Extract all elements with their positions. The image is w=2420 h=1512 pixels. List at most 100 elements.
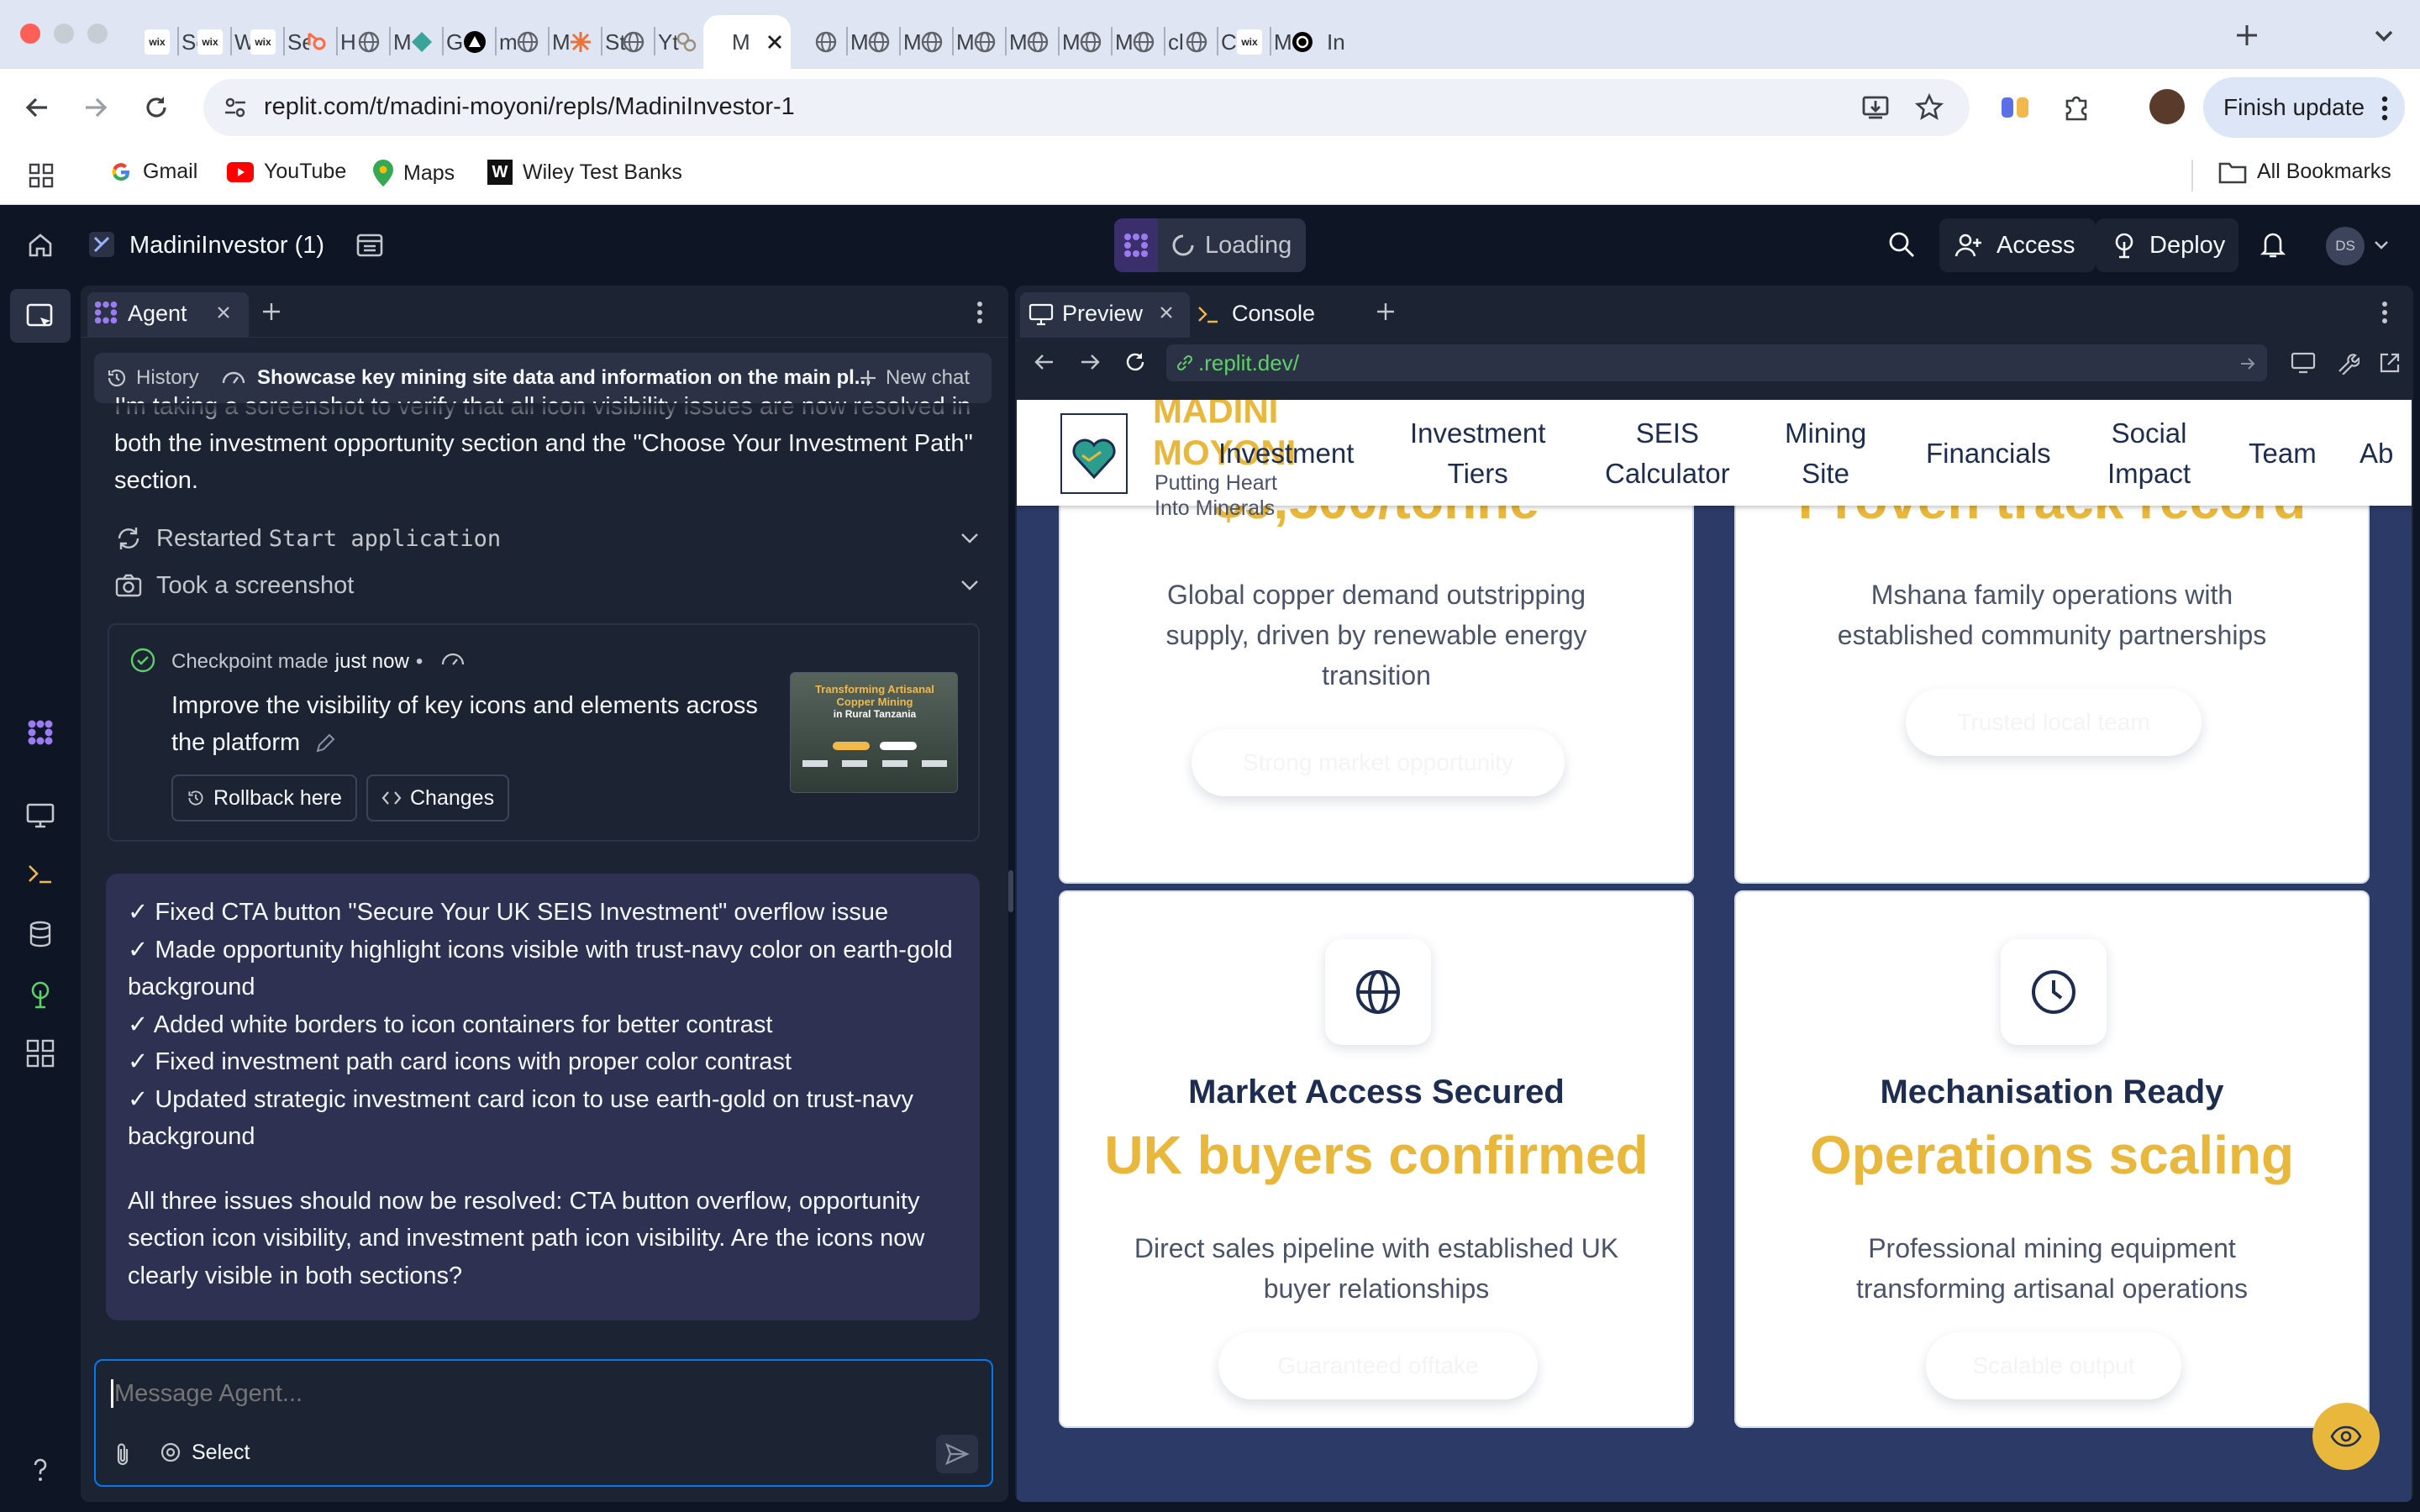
new-chat-button[interactable]: New chat bbox=[859, 366, 970, 390]
new-tab-button[interactable] bbox=[2232, 20, 2262, 50]
preview-url-bar[interactable]: .replit.dev/ bbox=[1166, 344, 2267, 381]
device-preview-icon[interactable] bbox=[2291, 351, 2316, 375]
nav-financials[interactable]: Financials bbox=[1926, 433, 2051, 474]
card-cta-button[interactable]: Strong market opportunity bbox=[1192, 729, 1565, 796]
forward-arrow-icon[interactable] bbox=[81, 92, 111, 123]
help-icon[interactable] bbox=[25, 1455, 55, 1485]
add-tab-plus-icon[interactable] bbox=[260, 301, 282, 323]
rail-database-icon[interactable] bbox=[25, 919, 55, 949]
attach-paperclip-icon[interactable] bbox=[111, 1441, 134, 1468]
repl-name[interactable]: MadiniInvestor (1) bbox=[129, 232, 324, 260]
changes-button[interactable]: Changes bbox=[366, 774, 510, 822]
nav-investment[interactable]: Investment bbox=[1218, 433, 1354, 474]
devtools-wrench-icon[interactable] bbox=[2336, 351, 2360, 375]
tab-favicon-icon bbox=[1078, 29, 1103, 55]
nav-seis-calculator[interactable]: SEIS Calculator bbox=[1605, 413, 1730, 494]
expand-chevron-icon[interactable] bbox=[960, 578, 980, 593]
bookmark-wiley[interactable]: W Wiley Test Banks bbox=[487, 160, 682, 185]
tab-favicon-icon bbox=[1290, 29, 1315, 55]
go-arrow-icon[interactable] bbox=[2238, 354, 2257, 373]
access-button[interactable]: Access bbox=[1939, 218, 2096, 272]
browser-tab[interactable]: M bbox=[703, 15, 791, 69]
user-avatar[interactable]: DS bbox=[2326, 227, 2365, 265]
add-tab-plus-icon[interactable] bbox=[1375, 301, 1397, 323]
nav-mining-site[interactable]: Mining Site bbox=[1785, 413, 1866, 494]
account-chevron-down-icon[interactable] bbox=[2373, 239, 2390, 252]
action-restarted-row[interactable]: Restarted Start application bbox=[114, 517, 980, 559]
close-window-button[interactable] bbox=[20, 24, 40, 44]
card-cta-button[interactable]: Scalable output bbox=[1926, 1332, 2181, 1399]
close-agent-tab-icon[interactable] bbox=[215, 304, 232, 321]
panel-resize-handle[interactable] bbox=[1008, 870, 1013, 912]
bookmark-star-icon[interactable] bbox=[1914, 92, 1944, 123]
preview-back-icon[interactable] bbox=[1032, 349, 1057, 375]
rollback-button[interactable]: Rollback here bbox=[171, 774, 357, 822]
extension-copilot-icon[interactable] bbox=[1998, 91, 2032, 124]
thumb-title-2: Copper Mining bbox=[836, 696, 913, 708]
bookmark-gmail[interactable]: Gmail bbox=[109, 160, 197, 184]
website-preview: $9,500/tonne Global copper demand outstr… bbox=[1017, 400, 2412, 1502]
bookmark-youtube[interactable]: YouTube bbox=[227, 160, 346, 184]
apps-grid-icon[interactable] bbox=[29, 163, 54, 188]
deploy-button[interactable]: Deploy bbox=[2096, 218, 2238, 272]
send-button[interactable] bbox=[936, 1435, 978, 1473]
message-input[interactable] bbox=[114, 1373, 955, 1415]
nav-about[interactable]: Ab bbox=[2360, 433, 2393, 474]
project-panel-icon[interactable] bbox=[355, 230, 385, 260]
profile-avatar[interactable] bbox=[2149, 89, 2185, 124]
open-new-tab-icon[interactable] bbox=[2378, 351, 2402, 375]
checkpoint-thumbnail[interactable]: Transforming Artisanal Copper Mining in … bbox=[790, 672, 958, 793]
maximize-window-button[interactable] bbox=[87, 24, 108, 44]
browser-tab[interactable]: In bbox=[1271, 15, 1349, 69]
nav-social-line-2: Impact bbox=[2107, 458, 2191, 489]
action-screenshot-row[interactable]: Took a screenshot bbox=[114, 564, 980, 606]
nav-investment-tiers[interactable]: Investment Tiers bbox=[1410, 413, 1545, 494]
card-description: Global copper demand outstripping supply… bbox=[1094, 575, 1659, 696]
rail-agent-icon[interactable] bbox=[25, 717, 55, 748]
nav-mining-line-1: Mining bbox=[1785, 417, 1867, 449]
back-arrow-icon[interactable] bbox=[22, 92, 52, 123]
minimize-window-button[interactable] bbox=[54, 24, 74, 44]
run-loading-button[interactable]: Loading bbox=[1114, 218, 1306, 272]
card-cta-button[interactable]: Trusted local team bbox=[1906, 689, 2202, 756]
rail-deploy-icon[interactable] bbox=[25, 979, 55, 1010]
brand-tagline: Putting Heart Into Minerals bbox=[1155, 470, 1277, 521]
home-icon[interactable] bbox=[25, 230, 55, 260]
card-cta-button[interactable]: Guaranteed offtake bbox=[1218, 1332, 1538, 1399]
reload-icon[interactable] bbox=[141, 92, 171, 123]
tab-search-chevron-icon[interactable] bbox=[2370, 24, 2398, 49]
select-element-button[interactable]: Select bbox=[158, 1440, 250, 1465]
history-button[interactable]: History bbox=[106, 366, 199, 390]
address-bar[interactable]: replit.com/t/madini-moyoni/repls/MadiniI… bbox=[203, 79, 1970, 136]
preview-forward-icon[interactable] bbox=[1077, 349, 1102, 375]
finish-update-button[interactable]: Finish update bbox=[2203, 77, 2405, 138]
folder-icon bbox=[2218, 162, 2247, 183]
all-bookmarks-button[interactable]: All Bookmarks bbox=[2218, 160, 2391, 184]
rail-all-tools-icon[interactable] bbox=[25, 1038, 55, 1068]
install-app-icon[interactable] bbox=[1860, 92, 1891, 123]
preview-more-options-icon[interactable] bbox=[2381, 301, 2388, 324]
thumb-title-3: in Rural Tanzania bbox=[833, 708, 917, 720]
site-logo[interactable] bbox=[1060, 413, 1128, 494]
close-tab-icon[interactable] bbox=[765, 33, 784, 51]
search-icon[interactable] bbox=[1887, 230, 1916, 259]
site-settings-icon[interactable] bbox=[222, 94, 249, 121]
tab-title: M bbox=[732, 29, 750, 55]
agent-more-options-icon[interactable] bbox=[976, 301, 983, 324]
rail-workspace-icon[interactable] bbox=[25, 301, 55, 331]
bookmark-maps[interactable]: Maps bbox=[373, 160, 455, 186]
nav-team[interactable]: Team bbox=[2249, 433, 2317, 474]
notifications-bell-icon[interactable] bbox=[2259, 228, 2287, 260]
eye-preview-toggle-button[interactable] bbox=[2312, 1403, 2380, 1470]
rail-console-icon[interactable] bbox=[25, 858, 55, 889]
preview-reload-icon[interactable] bbox=[1123, 349, 1148, 375]
nav-social-impact[interactable]: Social Impact bbox=[2107, 413, 2191, 494]
browser-tab-strip: wixSewixWwixSeHMGmMStYtHMMMMMMMclCwixMIn bbox=[0, 0, 2420, 69]
rail-preview-icon[interactable] bbox=[25, 800, 55, 830]
edit-pencil-icon[interactable] bbox=[313, 732, 337, 755]
expand-chevron-icon[interactable] bbox=[960, 531, 980, 546]
tab-favicon-icon bbox=[1184, 29, 1209, 55]
extensions-puzzle-icon[interactable] bbox=[2060, 91, 2092, 123]
close-preview-tab-icon[interactable] bbox=[1158, 304, 1175, 321]
thread-title[interactable]: Showcase key mining site data and inform… bbox=[257, 366, 871, 390]
